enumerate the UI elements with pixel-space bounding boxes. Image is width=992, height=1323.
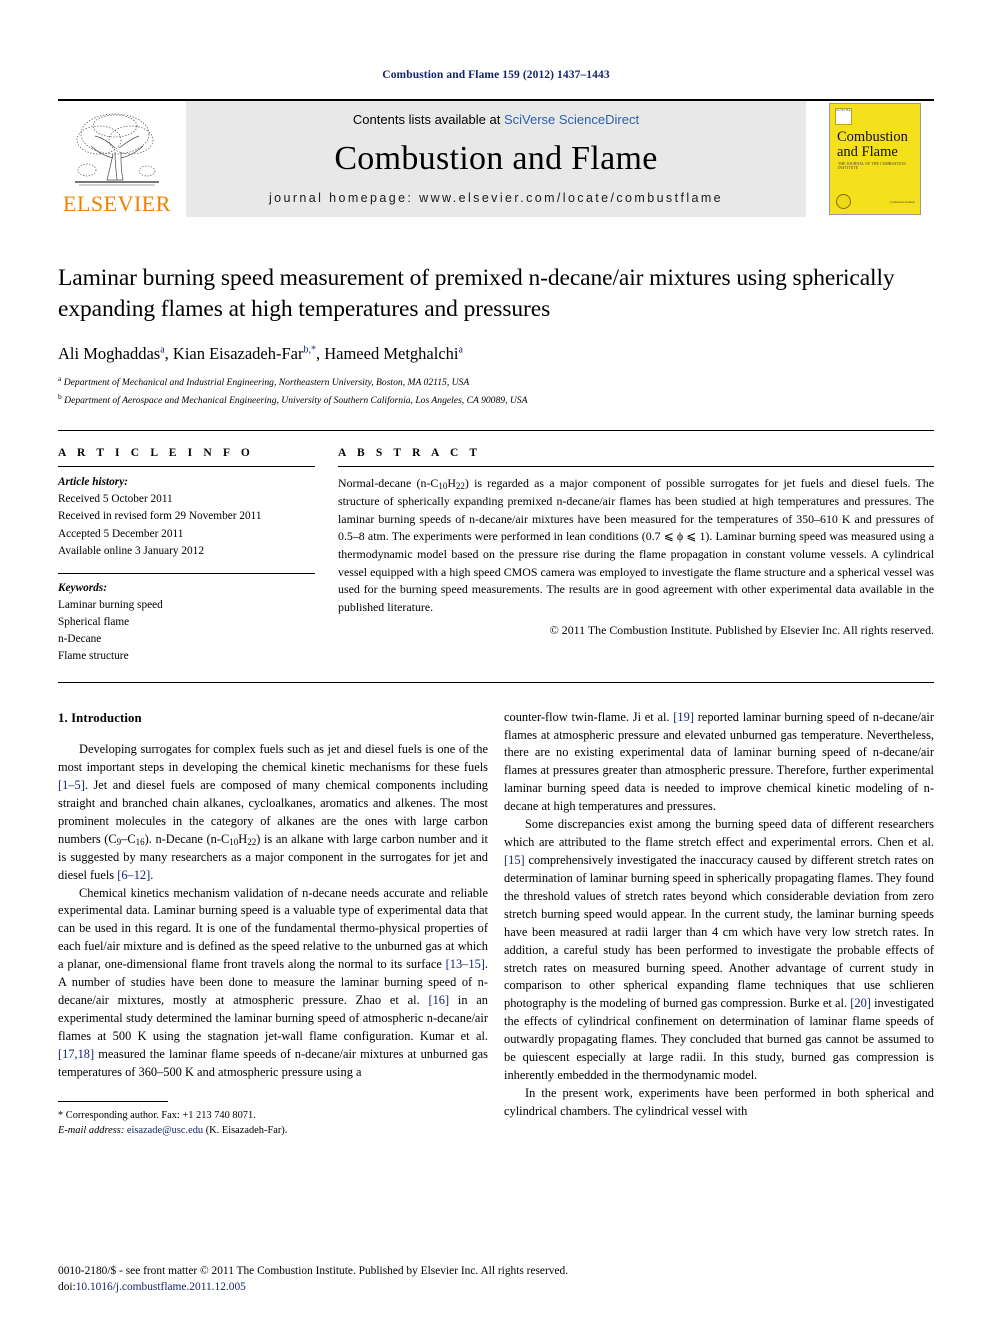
keyword-item: n-Decane [58,633,102,646]
footnote-email-line: E-mail address: eisazade@usc.edu (K. Eis… [58,1123,488,1139]
article-history: Article history: Received 5 October 2011… [58,474,315,560]
journal-cover-thumbnail: ELSEVIER Combustion and Flame THE JOURNA… [816,101,934,217]
info-abstract-region: A R T I C L E I N F O Article history: R… [58,447,934,666]
affiliations: a Department of Mechanical and Industria… [58,373,934,409]
paragraph: Developing surrogates for complex fuels … [58,742,488,882]
history-item: Available online 3 January 2012 [58,544,204,557]
journal-masthead: ELSEVIER Contents lists available at Sci… [58,99,934,217]
elsevier-logo: ELSEVIER [58,101,176,217]
cover-title: Combustion and Flame [837,130,908,160]
footnote-rule [58,1100,168,1102]
paragraph: Chemical kinetics mechanism validation o… [58,885,489,1079]
keyword-item: Laminar burning speed [58,599,163,611]
abstract-bottom-rule [58,681,934,683]
info-top-rule [58,430,934,432]
footnote-email-suffix: (K. Eisazadeh-Far). [205,1125,288,1137]
cover-title-line2: and Flame [837,143,898,160]
article-info-column: A R T I C L E I N F O Article history: R… [58,447,315,666]
article-info-heading: A R T I C L E I N F O [58,447,254,460]
history-item: Received 5 October 2011 [58,493,173,506]
journal-title: Combustion and Flame [334,140,658,177]
section-heading-introduction: 1. Introduction [58,710,142,725]
paragraph: In the present work, experiments have be… [504,1085,934,1118]
affiliation-a-text: Department of Mechanical and Industrial … [63,377,470,389]
body-column-left: 1. Introduction Developing surrogates fo… [58,709,488,1139]
footnote-corresponding: * Corresponding author. Fax: +1 213 740 … [58,1109,256,1121]
masthead-center: Contents lists available at SciVerse Sci… [186,101,806,217]
cover-footer-mark: Combustion Institute [889,200,915,204]
running-head: Combustion and Flame 159 (2012) 1437–144… [382,69,610,81]
footnote-email-label: E-mail address: [58,1125,125,1137]
author-list: Ali Moghaddasa, Kian Eisazadeh-Farb,*, H… [58,343,463,363]
keyword-item: Flame structure [58,650,129,663]
body-columns: 1. Introduction Developing surrogates fo… [58,709,934,1139]
contents-list-line: Contents lists available at SciVerse Sci… [353,112,639,127]
body-column-right: counter-flow twin-flame. Ji et al. [19] … [504,709,934,1139]
history-item: Received in revised form 29 November 201… [58,510,262,523]
history-item: Accepted 5 December 2011 [58,527,184,540]
journal-homepage-line[interactable]: journal homepage: www.elsevier.com/locat… [269,191,723,205]
abstract-text: Normal-decane (n-C10H22) is regarded as … [338,476,934,614]
abstract-copyright: © 2011 The Combustion Institute. Publish… [549,623,934,638]
article-info-rule [58,466,315,468]
cover-elsevier-mark: ELSEVIER [835,108,852,125]
paragraph: counter-flow twin-flame. Ji et al. [19] … [504,709,934,814]
article-title: Laminar burning speed measurement of pre… [58,265,895,323]
cover-subtitle: THE JOURNAL OF THE COMBUSTION INSTITUTE [838,162,906,170]
elsevier-wordmark: ELSEVIER [63,191,171,216]
title-block: Laminar burning speed measurement of pre… [58,263,934,409]
abstract-rule [338,466,934,468]
paper-page: Combustion and Flame 159 (2012) 1437–144… [0,0,992,1323]
paragraph: Some discrepancies exist among the burni… [504,817,934,1083]
cover-seal-icon [836,194,851,209]
contents-prefix: Contents lists available at [352,112,504,127]
affiliation-b: b Department of Aerospace and Mechanical… [58,392,528,407]
doi-line: doi:10.1016/j.combustflame.2011.12.005 [58,1279,934,1296]
cover-title-line1: Combustion [837,129,908,145]
issn-copyright-line: 0010-2180/$ - see front matter © 2011 Th… [58,1264,569,1277]
author-email-link[interactable]: eisazade@usc.edu [127,1125,203,1136]
keywords-block: Keywords: Laminar burning speed Spherica… [58,580,315,666]
affiliation-b-text: Department of Aerospace and Mechanical E… [64,395,528,407]
article-history-label: Article history: [58,476,128,489]
page-footer: 0010-2180/$ - see front matter © 2011 Th… [58,1263,934,1296]
keyword-item: Spherical flame [58,616,130,629]
abstract-column: A B S T R A C T Normal-decane (n-C10H22)… [338,447,934,666]
keywords-label: Keywords: [58,581,107,594]
doi-label: doi: [58,1281,76,1294]
affiliation-a: a Department of Mechanical and Industria… [58,373,470,389]
doi-link[interactable]: 10.1016/j.combustflame.2011.12.005 [76,1281,246,1293]
elsevier-tree-icon [75,113,159,186]
footnote-block: * Corresponding author. Fax: +1 213 740 … [58,1100,488,1139]
abstract-heading: A B S T R A C T [338,447,482,460]
sciencedirect-link[interactable]: SciVerse ScienceDirect [504,112,639,127]
cover-image: ELSEVIER Combustion and Flame THE JOURNA… [829,103,921,215]
keywords-rule [58,572,315,574]
